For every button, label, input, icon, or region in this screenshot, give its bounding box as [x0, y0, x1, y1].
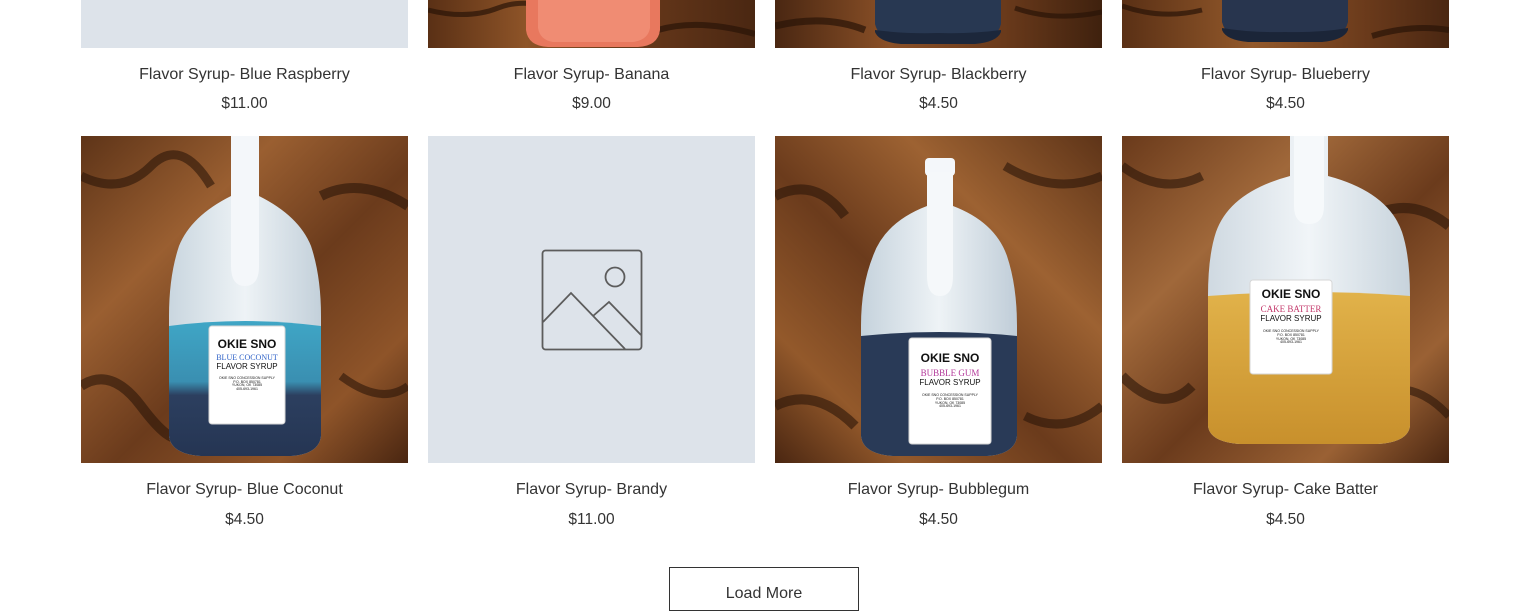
- product-name[interactable]: Flavor Syrup- Blueberry: [1122, 66, 1449, 84]
- product-name[interactable]: Flavor Syrup- Blackberry: [775, 66, 1102, 84]
- label-phone: 405-693-1961: [236, 387, 258, 392]
- product-name[interactable]: Flavor Syrup- Banana: [428, 66, 755, 84]
- product-name[interactable]: Flavor Syrup- Cake Batter: [1122, 481, 1449, 499]
- product-image-placeholder[interactable]: [81, 0, 408, 48]
- product-name[interactable]: Flavor Syrup- Blue Raspberry: [81, 66, 408, 84]
- product-price: $4.50: [919, 95, 958, 112]
- bottle-label: OKIE SNO BLUE COCONUT FLAVOR SYRUP OKIE …: [211, 337, 283, 392]
- product-price: $11.00: [221, 95, 268, 112]
- product-price: $9.00: [572, 95, 611, 112]
- label-brand: OKIE SNO: [217, 337, 277, 351]
- product-image-blue-coconut[interactable]: OKIE SNO BLUE COCONUT FLAVOR SYRUP OKIE …: [81, 136, 408, 463]
- product-price: $4.50: [1266, 95, 1305, 112]
- product-image-bubblegum[interactable]: OKIE SNO BUBBLE GUM FLAVOR SYRUP OKIE SN…: [775, 136, 1102, 463]
- bottle-label: OKIE SNO BUBBLE GUM FLAVOR SYRUP OKIE SN…: [911, 351, 989, 409]
- product-price: $4.50: [1266, 511, 1305, 528]
- label-type: FLAVOR SYRUP: [1260, 314, 1322, 324]
- label-brand: OKIE SNO: [1261, 287, 1321, 301]
- label-type: FLAVOR SYRUP: [216, 361, 278, 371]
- image-placeholder-icon: [541, 249, 643, 351]
- product-price: $4.50: [919, 511, 958, 528]
- label-brand: OKIE SNO: [920, 351, 980, 365]
- product-name[interactable]: Flavor Syrup- Brandy: [428, 481, 755, 499]
- product-image-blueberry[interactable]: [1122, 0, 1449, 48]
- product-name[interactable]: Flavor Syrup- Blue Coconut: [81, 481, 408, 499]
- product-price: $4.50: [225, 511, 264, 528]
- product-price: $11.00: [568, 511, 615, 528]
- label-phone: 405-693-1961: [1280, 340, 1302, 345]
- product-image-cake-batter[interactable]: OKIE SNO CAKE BATTER FLAVOR SYRUP OKIE S…: [1122, 136, 1449, 463]
- product-image-placeholder[interactable]: [428, 136, 755, 463]
- label-type: FLAVOR SYRUP: [919, 378, 981, 388]
- product-image-blackberry[interactable]: [775, 0, 1102, 48]
- product-name[interactable]: Flavor Syrup- Bubblegum: [775, 481, 1102, 499]
- product-image-banana[interactable]: [428, 0, 755, 48]
- bottle-label: OKIE SNO CAKE BATTER FLAVOR SYRUP OKIE S…: [1252, 287, 1330, 345]
- load-more-button[interactable]: Load More: [669, 567, 859, 611]
- label-phone: 405-693-1961: [939, 404, 961, 409]
